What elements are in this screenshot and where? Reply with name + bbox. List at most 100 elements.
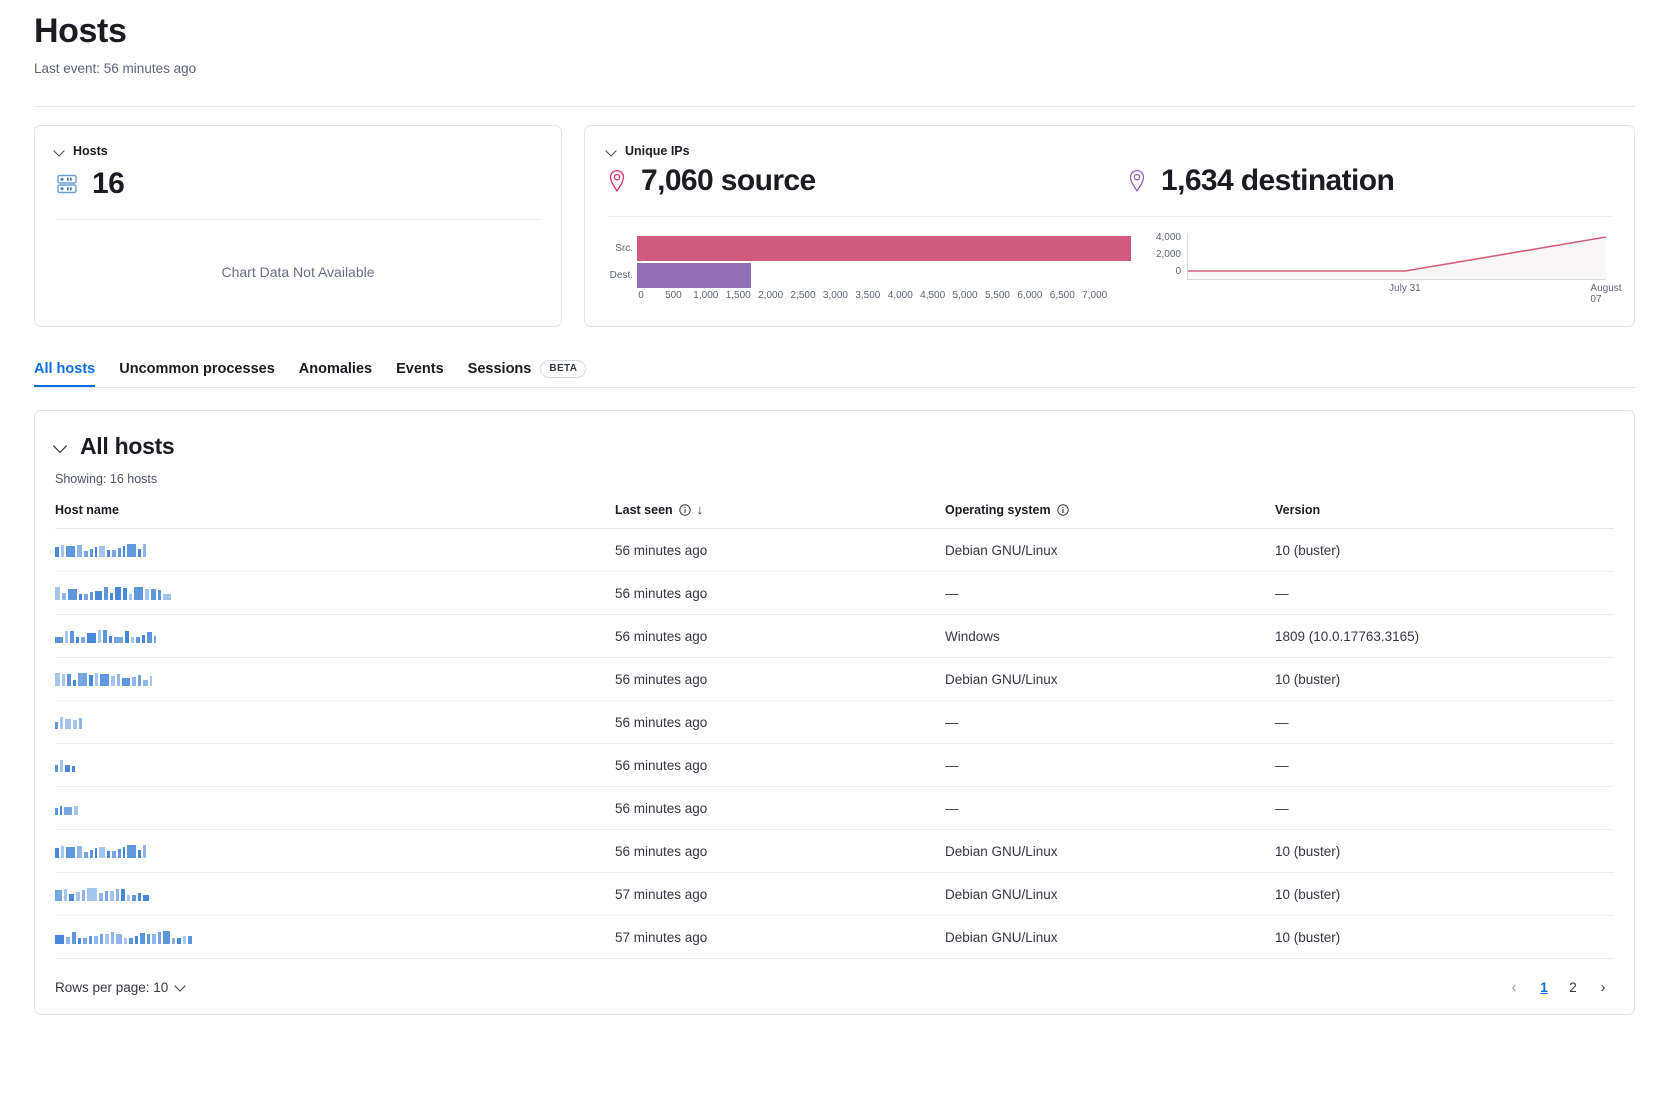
bar-chart-x-tick: 5,500 [981, 290, 1013, 301]
chevron-left-icon[interactable]: ‹ [1503, 976, 1525, 998]
cell-host-name[interactable] [55, 787, 615, 830]
bar-fill-dest [637, 263, 751, 288]
cell-last-seen: 56 minutes ago [615, 658, 945, 701]
bar-chart-x-tick: 6,500 [1046, 290, 1078, 301]
source-ips-stat: 7,060 source [607, 162, 1127, 200]
cell-host-name[interactable] [55, 572, 615, 615]
table-row[interactable]: 56 minutes agoDebian GNU/Linux10 (buster… [55, 658, 1614, 701]
redacted-host-name [55, 673, 615, 686]
cell-host-name[interactable] [55, 744, 615, 787]
cell-last-seen: 56 minutes ago [615, 529, 945, 572]
chevron-down-icon [55, 439, 69, 453]
bar-track [637, 263, 1127, 288]
cell-host-name[interactable] [55, 615, 615, 658]
column-header-operating-system[interactable]: Operating system [945, 503, 1275, 529]
cell-host-name[interactable] [55, 873, 615, 916]
hosts-table-body: 56 minutes agoDebian GNU/Linux10 (buster… [55, 529, 1614, 959]
cell-last-seen: 56 minutes ago [615, 701, 945, 744]
tab-events[interactable]: Events [396, 360, 444, 387]
chevron-down-icon [607, 146, 618, 157]
tab-label: All hosts [34, 360, 95, 378]
bar-chart-x-tick: 0 [625, 290, 657, 301]
unique-ips-panel-toggle[interactable]: Unique IPs [607, 144, 1612, 158]
cell-host-name[interactable] [55, 830, 615, 873]
last-event-text: Last event: 56 minutes ago [34, 60, 1635, 78]
cell-host-name[interactable] [55, 529, 615, 572]
cell-version: — [1275, 701, 1614, 744]
table-row[interactable]: 57 minutes agoDebian GNU/Linux10 (buster… [55, 916, 1614, 959]
bar-chart-x-tick: 4,500 [916, 290, 948, 301]
table-row[interactable]: 56 minutes agoDebian GNU/Linux10 (buster… [55, 830, 1614, 873]
cell-last-seen: 56 minutes ago [615, 744, 945, 787]
source-ips-value: 7,060 source [641, 162, 816, 200]
map-marker-icon [1127, 169, 1147, 193]
redacted-host-name [55, 716, 615, 729]
cell-last-seen: 57 minutes ago [615, 873, 945, 916]
line-chart-y-tick: 4,000 [1145, 233, 1181, 250]
line-chart-plot [1187, 233, 1606, 280]
bar-chart-rows: Src. Dest. [641, 227, 1127, 288]
bar-track [637, 236, 1127, 261]
cell-operating-system: — [945, 572, 1275, 615]
cell-operating-system: Debian GNU/Linux [945, 873, 1275, 916]
page-button-1[interactable]: 1 [1534, 980, 1554, 995]
chevron-right-icon[interactable]: › [1592, 976, 1614, 998]
cell-host-name[interactable] [55, 658, 615, 701]
hosts-panel-toggle[interactable]: Hosts [55, 144, 541, 158]
table-row[interactable]: 56 minutes agoDebian GNU/Linux10 (buster… [55, 529, 1614, 572]
bar-chart-x-tick: 2,000 [754, 290, 786, 301]
sort-descending-icon[interactable]: ↓ [697, 504, 704, 516]
redacted-host-name [55, 759, 615, 772]
table-row[interactable]: 57 minutes agoDebian GNU/Linux10 (buster… [55, 873, 1614, 916]
cell-last-seen: 56 minutes ago [615, 572, 945, 615]
table-row[interactable]: 56 minutes ago—— [55, 572, 1614, 615]
cell-host-name[interactable] [55, 701, 615, 744]
summary-panels: Hosts 16 Chart Data Not Available [0, 107, 1669, 327]
cell-version: — [1275, 787, 1614, 830]
rows-per-page-label: Rows per page: 10 [55, 980, 168, 995]
tab-uncommon-processes[interactable]: Uncommon processes [119, 360, 275, 387]
redacted-host-name [55, 845, 615, 858]
hosts-panel-divider [55, 219, 541, 220]
column-header-host-name[interactable]: Host name [55, 503, 615, 529]
server-icon [55, 172, 79, 196]
hosts-table-head: Host name Last seen ↓ [55, 503, 1614, 529]
hosts-summary-panel: Hosts 16 Chart Data Not Available [34, 125, 562, 327]
column-header-version[interactable]: Version [1275, 503, 1614, 529]
column-header-last-seen[interactable]: Last seen ↓ [615, 503, 945, 529]
bar-chart-x-tick: 4,000 [884, 290, 916, 301]
cell-version: 10 (buster) [1275, 916, 1614, 959]
bar-chart-x-tick: 3,500 [852, 290, 884, 301]
hosts-table: Host name Last seen ↓ [55, 503, 1614, 959]
table-row[interactable]: 56 minutes ago—— [55, 787, 1614, 830]
rows-per-page-selector[interactable]: Rows per page: 10 [55, 980, 187, 995]
all-hosts-card-toggle[interactable]: All hosts [55, 431, 1614, 461]
cell-host-name[interactable] [55, 916, 615, 959]
tab-all-hosts[interactable]: All hosts [34, 360, 95, 387]
tab-anomalies[interactable]: Anomalies [299, 360, 372, 387]
table-row[interactable]: 56 minutes ago—— [55, 744, 1614, 787]
hosts-panel-label: Hosts [73, 144, 108, 158]
column-label: Last seen [615, 503, 673, 517]
bar-chart-x-tick: 1,000 [690, 290, 722, 301]
unique-ips-panel-divider [607, 216, 1612, 217]
src-dest-bar-chart: Src. Dest. 05001,0001,5002,0002, [607, 227, 1127, 309]
cell-operating-system: Debian GNU/Linux [945, 658, 1275, 701]
table-row[interactable]: 56 minutes ago—— [55, 701, 1614, 744]
line-chart-y-tick: 2,000 [1145, 250, 1181, 267]
info-icon[interactable] [679, 504, 691, 516]
hosts-chart-empty-message: Chart Data Not Available [55, 264, 541, 280]
redacted-host-name [55, 888, 615, 901]
page-button-2[interactable]: 2 [1563, 980, 1583, 995]
info-icon[interactable] [1057, 504, 1069, 516]
cell-last-seen: 57 minutes ago [615, 916, 945, 959]
table-row[interactable]: 56 minutes agoWindows1809 (10.0.17763.31… [55, 615, 1614, 658]
cell-operating-system: — [945, 744, 1275, 787]
redacted-host-name [55, 931, 615, 944]
map-marker-icon [607, 169, 627, 193]
tab-sessions[interactable]: SessionsBETA [468, 360, 587, 387]
column-label: Version [1275, 503, 1320, 517]
cell-operating-system: Debian GNU/Linux [945, 916, 1275, 959]
cell-version: 1809 (10.0.17763.3165) [1275, 615, 1614, 658]
bar-chart-x-tick: 5,000 [949, 290, 981, 301]
